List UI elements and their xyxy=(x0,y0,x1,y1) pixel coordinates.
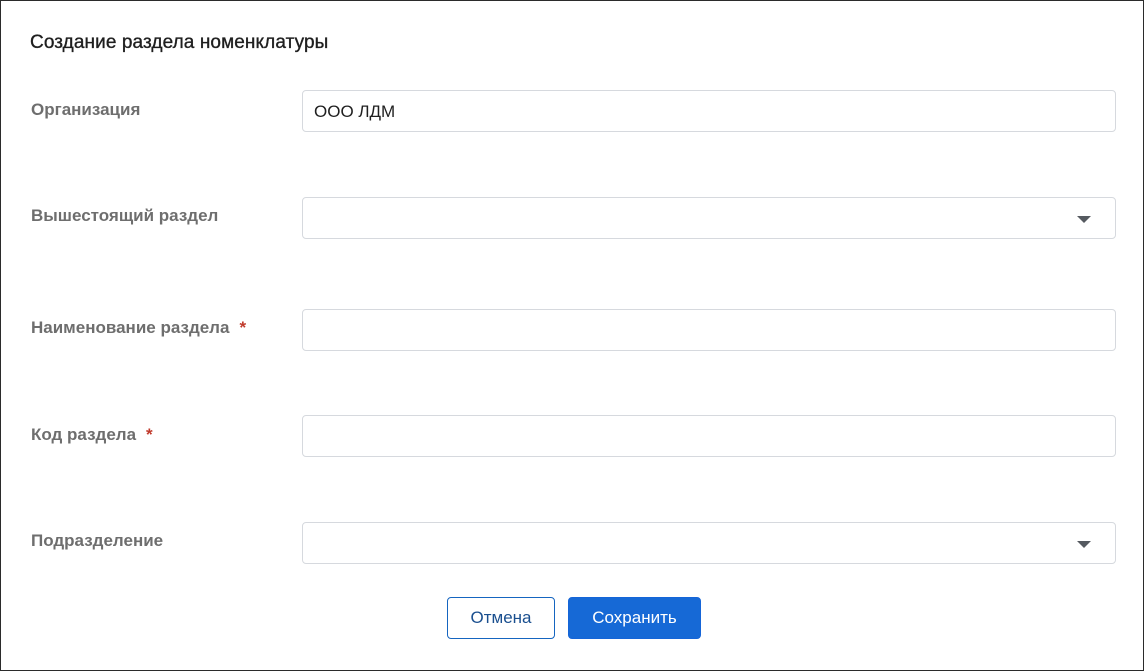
save-button[interactable]: Сохранить xyxy=(568,597,701,639)
section-code-label-text: Код раздела xyxy=(31,425,137,444)
organization-value: ООО ЛДМ xyxy=(314,102,396,121)
dialog-title: Создание раздела номенклатуры xyxy=(30,32,329,53)
section-name-label-text: Наименование раздела xyxy=(31,318,230,337)
create-section-dialog: Создание раздела номенклатуры Организаци… xyxy=(0,0,1144,671)
parent-section-label: Вышестоящий раздел xyxy=(31,206,218,226)
parent-section-select[interactable] xyxy=(302,197,1116,239)
section-code-input[interactable] xyxy=(302,415,1116,457)
organization-label-text: Организация xyxy=(31,100,141,119)
required-asterisk: * xyxy=(146,425,153,444)
cancel-button[interactable]: Отмена xyxy=(447,597,555,639)
organization-field[interactable]: ООО ЛДМ xyxy=(302,90,1116,132)
organization-label: Организация xyxy=(31,100,140,120)
chevron-down-icon[interactable] xyxy=(1077,541,1091,548)
section-name-input[interactable] xyxy=(302,309,1116,351)
required-asterisk: * xyxy=(239,318,247,337)
parent-section-label-text: Вышестоящий раздел xyxy=(31,206,219,225)
section-name-label: Наименование раздела * xyxy=(31,318,246,338)
chevron-down-icon[interactable] xyxy=(1077,216,1091,223)
department-label: Подразделение xyxy=(31,531,163,551)
department-select[interactable] xyxy=(302,522,1116,564)
department-label-text: Подразделение xyxy=(31,531,164,550)
section-code-label: Код раздела * xyxy=(31,425,153,445)
